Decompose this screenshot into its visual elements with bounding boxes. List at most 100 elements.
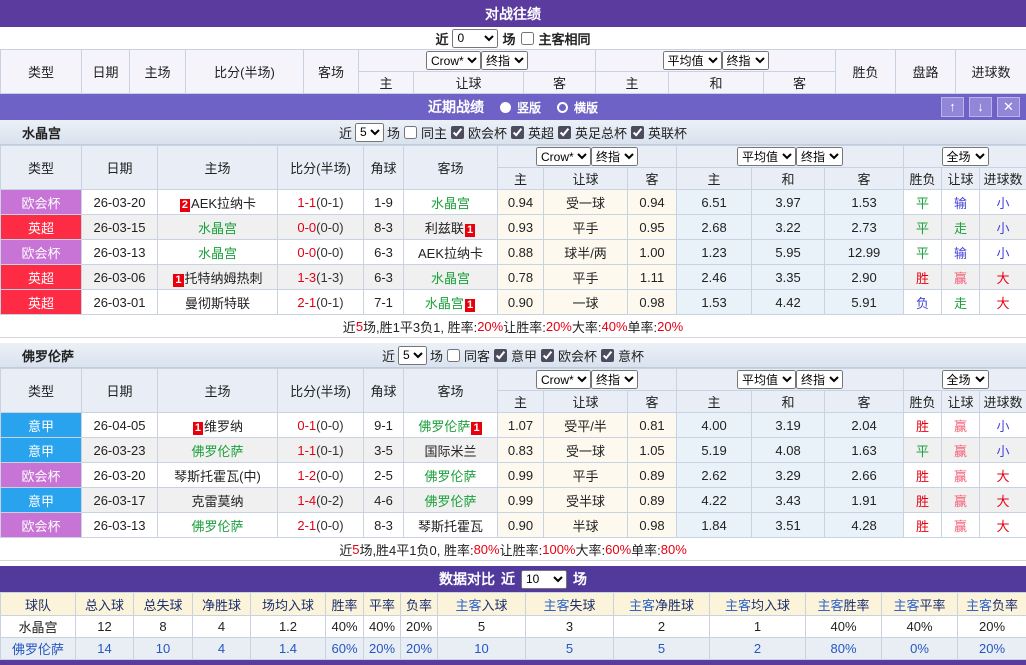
recent-matches-table: 类型日期主场比分(半场)角球客场Crow*终指平均值终指全场主让球客主和客胜负让… <box>0 145 1026 315</box>
result-marker-cell: 平 <box>904 240 942 265</box>
home-away-prefix: 主客 <box>629 598 655 613</box>
result-marker-cell: 胜 <box>904 513 942 538</box>
competition-checkbox-欧会杯[interactable] <box>541 349 554 362</box>
compare-count-select[interactable]: 10 <box>521 570 567 589</box>
corners-cell: 1-9 <box>364 190 404 215</box>
same-venue-checkbox[interactable] <box>447 349 460 362</box>
avg-select[interactable]: 平均值 <box>737 147 796 166</box>
odds-company-select[interactable]: Crow* <box>536 147 591 166</box>
h2h-odds-final-select[interactable]: 终指 <box>481 51 528 70</box>
avg-odds-cell: 2.66 <box>825 463 904 488</box>
subheader-cell: 进球数 <box>980 391 1026 413</box>
odds-company-select[interactable]: Crow* <box>536 370 591 389</box>
competition-checkbox-英超[interactable] <box>511 126 524 139</box>
col-home: 主场 <box>158 369 278 413</box>
handicap-odds-cell: 受半球 <box>544 488 628 513</box>
fulltime-score: 2-1 <box>297 518 316 533</box>
header-rest: 净胜球 <box>655 598 694 613</box>
score-cell: 1-1(0-1) <box>278 438 364 463</box>
halftime-score: (0-0) <box>316 220 343 235</box>
compare-value-cell: 5 <box>614 638 710 660</box>
team-section-佛罗伦萨: 佛罗伦萨近5场同客意甲欧会杯意杯类型日期主场比分(半场)角球客场Crow*终指平… <box>0 343 1026 561</box>
corners-cell: 2-5 <box>364 463 404 488</box>
corners-cell: 7-1 <box>364 290 404 315</box>
scope-select[interactable]: 全场 <box>942 147 989 166</box>
compare-value-cell: 40% <box>882 616 958 638</box>
close-icon[interactable]: ✕ <box>997 97 1020 117</box>
corners-cell: 3-5 <box>364 438 404 463</box>
compare-value-cell: 4 <box>193 638 251 660</box>
handicap-odds-cell: 一球 <box>544 290 628 315</box>
result-marker-cell: 大 <box>980 513 1026 538</box>
home-away-prefix: 主客 <box>725 598 751 613</box>
subheader-cell: 让球 <box>544 168 628 190</box>
avg-final-select[interactable]: 终指 <box>796 370 843 389</box>
vertical-radio-icon[interactable] <box>500 102 511 113</box>
avg-final-select[interactable]: 终指 <box>796 147 843 166</box>
fulltime-score: 1-1 <box>297 443 316 458</box>
odds-final-select[interactable]: 终指 <box>591 147 638 166</box>
team-name: AEK拉纳卡 <box>418 246 483 261</box>
compare-header-cell: 主客均入球 <box>710 593 806 616</box>
compare-value-cell: 1.4 <box>251 638 326 660</box>
same-venue-checkbox[interactable] <box>404 126 417 139</box>
h2h-subheader-cell: 客 <box>524 72 596 94</box>
avg-odds-cell: 3.97 <box>752 190 825 215</box>
result-marker-cell: 平 <box>904 215 942 240</box>
competition-checkbox-英足总杯[interactable] <box>558 126 571 139</box>
handicap-odds-cell: 0.94 <box>498 190 544 215</box>
compare-matches-label: 场 <box>573 569 587 589</box>
competition-checkbox-意杯[interactable] <box>601 349 614 362</box>
move-up-icon[interactable]: ↑ <box>941 97 964 117</box>
h2h-odds-company-select[interactable]: Crow* <box>426 51 481 70</box>
handicap-odds-cell: 0.95 <box>628 215 677 240</box>
col-corner: 角球 <box>364 369 404 413</box>
h2h-count-select[interactable]: 0 <box>452 29 498 48</box>
competition-label: 英超 <box>528 123 554 142</box>
summary-text: 场,胜1平3负1, 胜率: <box>363 317 477 336</box>
section-team-name: 佛罗伦萨 <box>22 346 74 365</box>
h2h-col-type: 类型 <box>1 50 82 94</box>
team-name: 曼彻斯特联 <box>185 296 250 311</box>
same-home-away-checkbox[interactable] <box>521 32 534 45</box>
h2h-subheader-cell: 主 <box>359 72 414 94</box>
match-row: 意甲26-03-23佛罗伦萨1-1(0-1)3-5国际米兰0.83受一球1.05… <box>1 438 1026 463</box>
result-marker-cell: 输 <box>942 190 980 215</box>
compare-value-cell: 5 <box>526 638 614 660</box>
h2h-avg-final-select[interactable]: 终指 <box>722 51 769 70</box>
score-cell: 1-2(0-0) <box>278 463 364 488</box>
section-count-select[interactable]: 5 <box>355 123 384 142</box>
horizontal-radio-icon[interactable] <box>557 102 568 113</box>
avg-select[interactable]: 平均值 <box>737 370 796 389</box>
section-count-select[interactable]: 5 <box>398 346 427 365</box>
handicap-odds-cell: 平手 <box>544 265 628 290</box>
team-name: 托特纳姆热刺 <box>185 271 263 286</box>
avg-odds-cell: 3.22 <box>752 215 825 240</box>
compare-header-cell: 主客失球 <box>526 593 614 616</box>
compare-header-cell: 主客平率 <box>882 593 958 616</box>
fulltime-score: 1-1 <box>297 195 316 210</box>
handicap-odds-cell: 0.98 <box>628 290 677 315</box>
competition-checkbox-英联杯[interactable] <box>631 126 644 139</box>
team-name: 佛罗伦萨 <box>191 519 243 534</box>
handicap-odds-cell: 0.90 <box>498 513 544 538</box>
match-row: 意甲26-03-17克雷莫纳1-4(0-2)4-6佛罗伦萨0.99受半球0.89… <box>1 488 1026 513</box>
move-down-icon[interactable]: ↓ <box>969 97 992 117</box>
same-venue-label: 同主 <box>421 123 447 142</box>
competition-checkbox-意甲[interactable] <box>494 349 507 362</box>
team-name: 国际米兰 <box>424 444 476 459</box>
handicap-odds-cell: 受一球 <box>544 438 628 463</box>
fulltime-score: 0-0 <box>297 245 316 260</box>
compare-header-cell: 平率 <box>364 593 401 616</box>
avg-odds-cell: 2.62 <box>677 463 752 488</box>
h2h-avg-select[interactable]: 平均值 <box>663 51 722 70</box>
avg-odds-cell: 1.84 <box>677 513 752 538</box>
odds-final-select[interactable]: 终指 <box>591 370 638 389</box>
col-type: 类型 <box>1 369 82 413</box>
handicap-odds-cell: 1.00 <box>628 240 677 265</box>
subheader-cell: 让球 <box>942 391 980 413</box>
scope-select[interactable]: 全场 <box>942 370 989 389</box>
league-badge: 欧会杯 <box>1 190 82 215</box>
home-team-cell: 克雷莫纳 <box>158 488 278 513</box>
competition-checkbox-欧会杯[interactable] <box>451 126 464 139</box>
